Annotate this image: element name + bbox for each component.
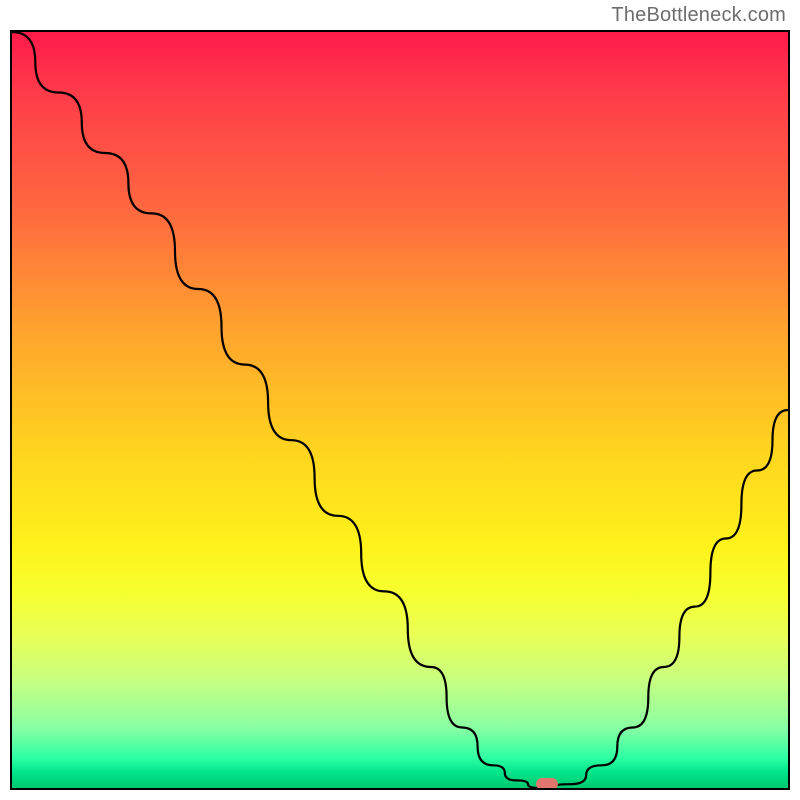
bottleneck-curve	[12, 32, 788, 788]
watermark-text: TheBottleneck.com	[611, 4, 786, 27]
chart-frame	[10, 30, 790, 790]
optimum-marker	[536, 778, 558, 790]
curve-path	[12, 32, 788, 788]
